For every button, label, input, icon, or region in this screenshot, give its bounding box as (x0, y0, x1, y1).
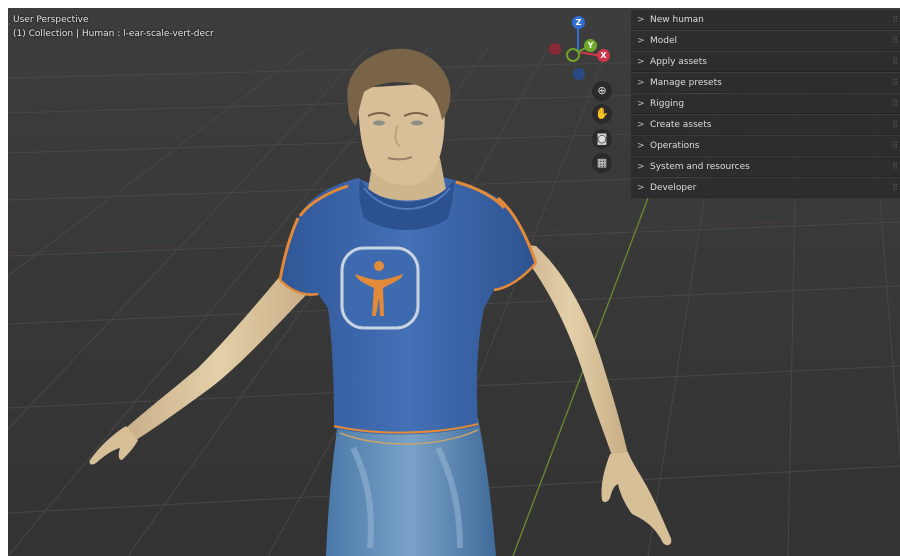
panel-label: Developer (650, 183, 697, 193)
drag-grip-icon[interactable]: ⠿ (892, 10, 898, 30)
panel-manage-presets[interactable]: > Manage presets ⠿ (631, 73, 900, 93)
drag-grip-icon[interactable]: ⠿ (892, 115, 898, 135)
chevron-right-icon: > (637, 141, 645, 151)
drag-grip-icon[interactable]: ⠿ (892, 73, 898, 93)
chevron-right-icon: > (637, 15, 645, 25)
chevron-right-icon: > (637, 99, 645, 109)
toolbar-expand-handle[interactable]: › (8, 18, 11, 30)
panel-new-human[interactable]: > New human ⠿ (631, 10, 900, 30)
chevron-right-icon: > (637, 162, 645, 172)
grid-view-icon[interactable]: ▦ (592, 153, 612, 173)
x-axis-handle[interactable]: X (597, 49, 610, 62)
camera-icon[interactable]: ◙ (592, 129, 612, 149)
panel-label: Create assets (650, 120, 712, 130)
panel-create-assets[interactable]: > Create assets ⠿ (631, 115, 900, 135)
panel-apply-assets[interactable]: > Apply assets ⠿ (631, 52, 900, 72)
z-axis-handle[interactable]: Z (572, 16, 585, 29)
drag-grip-icon[interactable]: ⠿ (892, 157, 898, 177)
chevron-right-icon: > (637, 183, 645, 193)
panel-system-and-resources[interactable]: > System and resources ⠿ (631, 157, 900, 177)
jeans (326, 418, 496, 556)
panel-label: System and resources (650, 162, 750, 172)
active-object-info: (1) Collection | Human : l-ear-scale-ver… (13, 29, 214, 39)
sidebar-panels: > New human ⠿ > Model ⠿ > Apply assets ⠿… (631, 8, 900, 201)
chevron-right-icon: > (637, 120, 645, 130)
chevron-right-icon: > (637, 78, 645, 88)
chevron-right-icon: > (637, 57, 645, 67)
panel-developer[interactable]: > Developer ⠿ (631, 178, 900, 198)
drag-grip-icon[interactable]: ⠿ (892, 178, 898, 198)
drag-grip-icon[interactable]: ⠿ (892, 136, 898, 156)
neg-z-axis-handle[interactable] (573, 68, 585, 80)
panel-label: Operations (650, 141, 700, 151)
drag-grip-icon[interactable]: ⠿ (892, 52, 898, 72)
panel-model[interactable]: > Model ⠿ (631, 31, 900, 51)
panel-label: Manage presets (650, 78, 722, 88)
pan-hand-icon[interactable]: ✋ (592, 104, 612, 124)
navigation-gizmo[interactable]: Z Y X (545, 10, 615, 85)
panel-label: Apply assets (650, 57, 707, 67)
application-frame: User Perspective (1) Collection | Human … (0, 0, 900, 556)
chevron-right-icon: > (637, 36, 645, 46)
drag-grip-icon[interactable]: ⠿ (892, 31, 898, 51)
neg-x-axis-handle[interactable] (549, 43, 561, 55)
view-perspective-label: User Perspective (13, 15, 89, 25)
panel-operations[interactable]: > Operations ⠿ (631, 136, 900, 156)
panel-label: New human (650, 15, 704, 25)
panel-label: Rigging (650, 99, 685, 109)
neg-y-axis-handle[interactable] (566, 48, 580, 62)
zoom-icon[interactable]: ⊕ (592, 81, 612, 101)
panel-rigging[interactable]: > Rigging ⠿ (631, 94, 900, 114)
shirt-logo (340, 246, 420, 330)
drag-grip-icon[interactable]: ⠿ (892, 94, 898, 114)
panel-label: Model (650, 36, 678, 46)
y-axis-handle[interactable]: Y (584, 39, 597, 52)
3d-viewport[interactable]: User Perspective (1) Collection | Human … (8, 8, 900, 556)
